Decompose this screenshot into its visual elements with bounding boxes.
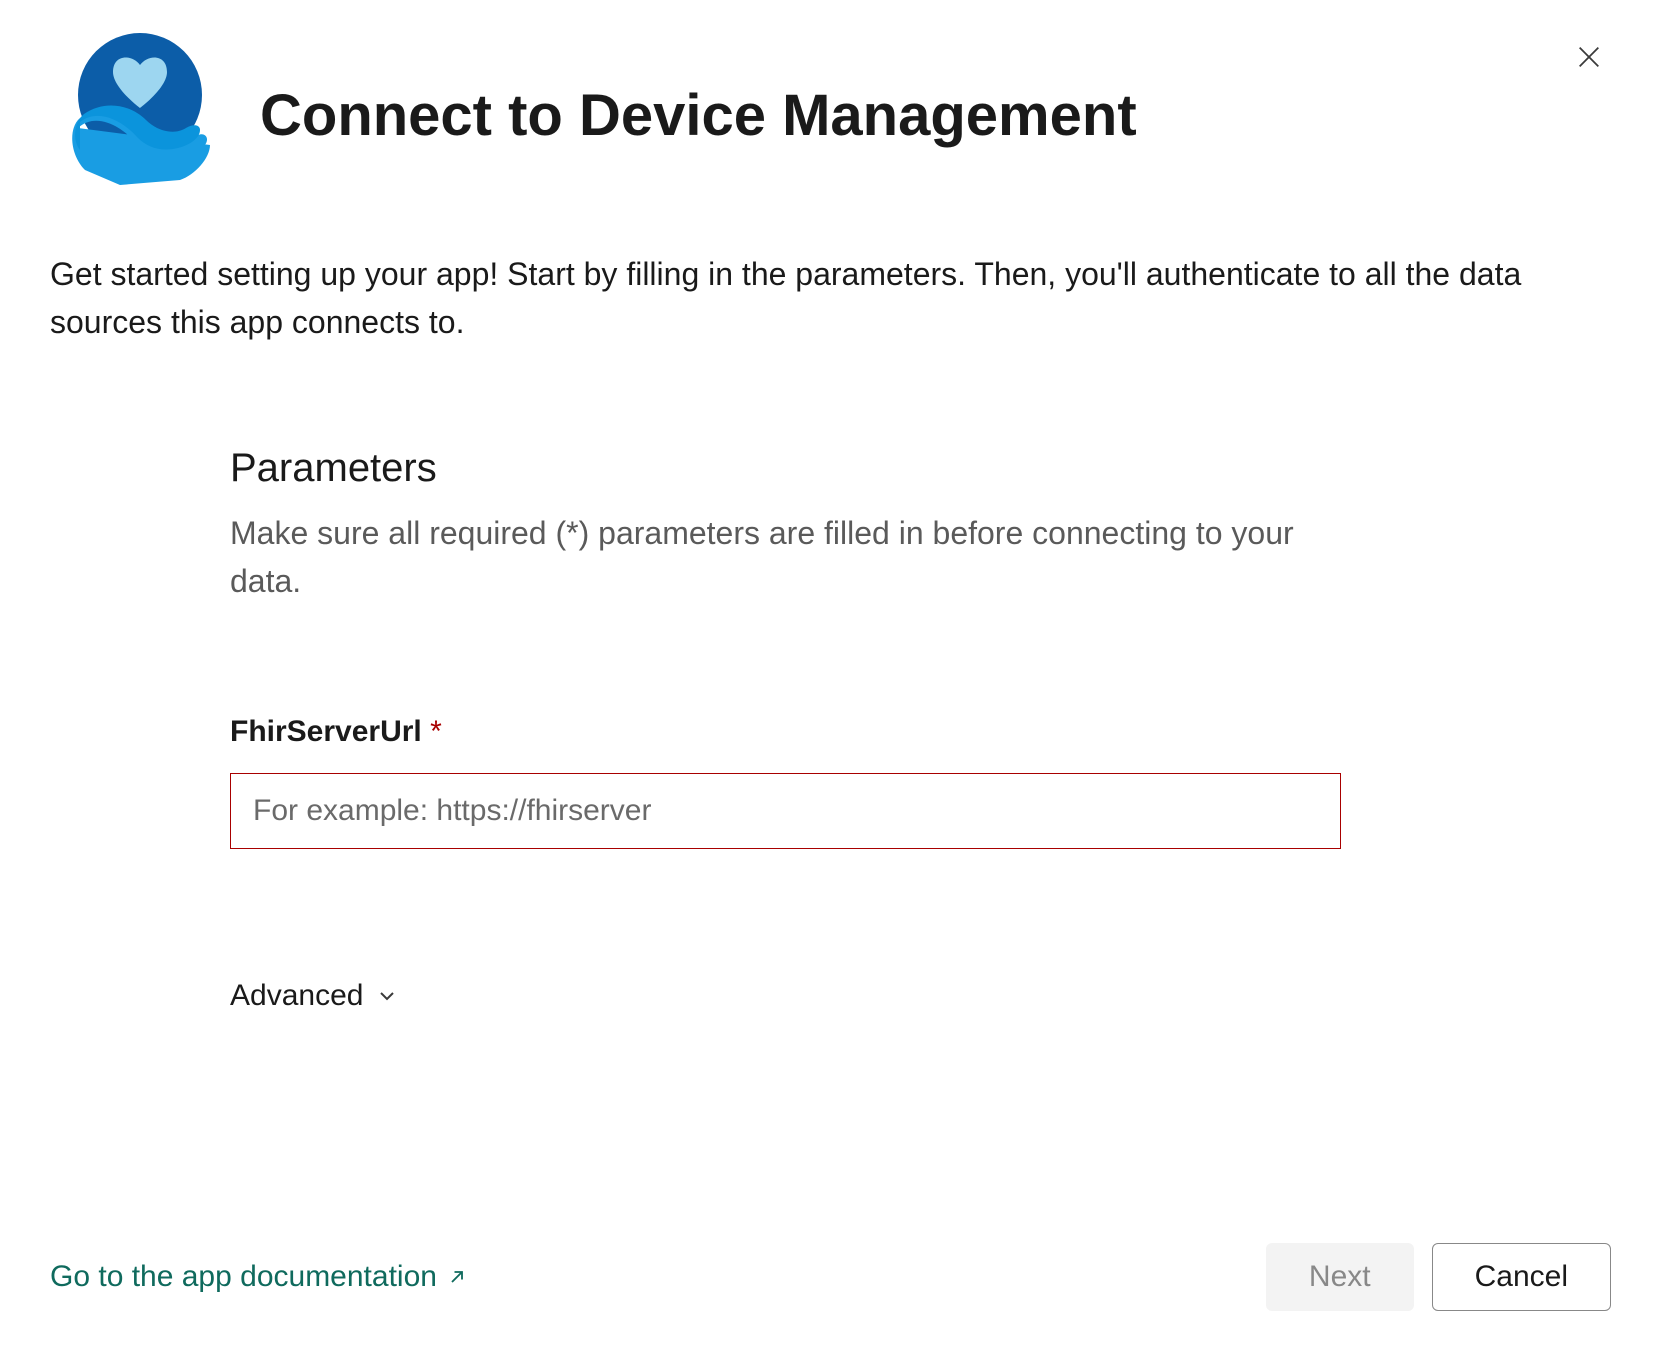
advanced-label: Advanced xyxy=(230,979,363,1013)
external-link-icon xyxy=(447,1267,467,1287)
parameters-description: Make sure all required (*) parameters ar… xyxy=(230,509,1341,605)
dialog-header: Connect to Device Management xyxy=(50,30,1611,200)
fhir-label-text: FhirServerUrl xyxy=(230,715,422,748)
documentation-link-text: Go to the app documentation xyxy=(50,1260,437,1294)
dialog-footer: Go to the app documentation Next Cancel xyxy=(50,1243,1611,1311)
advanced-expander[interactable]: Advanced xyxy=(230,979,399,1013)
fhir-server-url-input[interactable] xyxy=(230,773,1341,849)
parameters-heading: Parameters xyxy=(230,446,1341,491)
fhir-server-url-label: FhirServerUrl * xyxy=(230,715,1341,749)
app-icon xyxy=(50,30,220,200)
footer-buttons: Next Cancel xyxy=(1266,1243,1611,1311)
parameters-section: Parameters Make sure all required (*) pa… xyxy=(50,446,1611,1013)
close-button[interactable] xyxy=(1567,35,1611,82)
next-button[interactable]: Next xyxy=(1266,1243,1414,1311)
dialog-title: Connect to Device Management xyxy=(260,82,1137,149)
required-indicator: * xyxy=(430,715,442,748)
close-icon xyxy=(1575,43,1603,71)
cancel-button[interactable]: Cancel xyxy=(1432,1243,1611,1311)
dialog-intro: Get started setting up your app! Start b… xyxy=(50,250,1611,346)
chevron-down-icon xyxy=(375,984,399,1008)
documentation-link[interactable]: Go to the app documentation xyxy=(50,1260,467,1294)
